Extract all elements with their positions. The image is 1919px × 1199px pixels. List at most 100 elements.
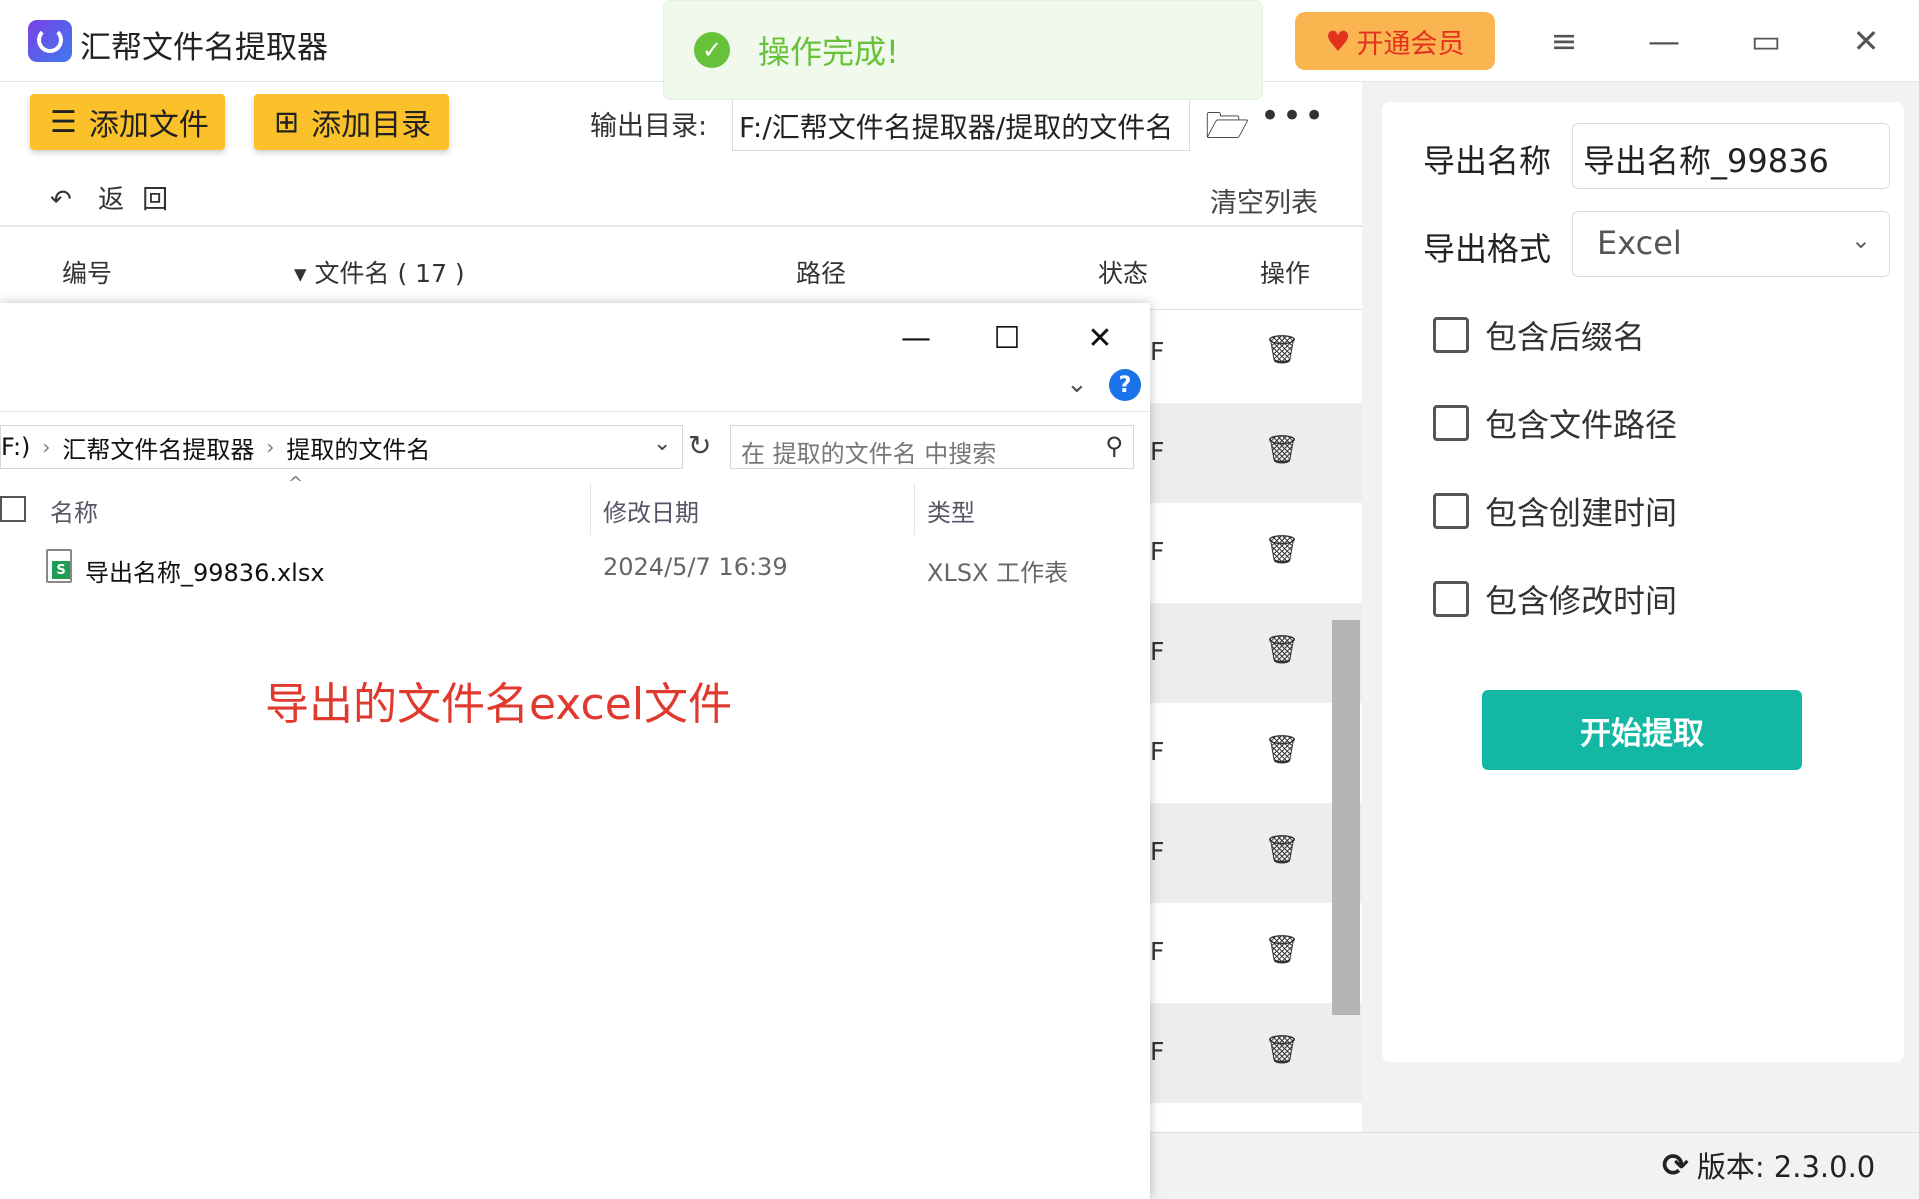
table-row: F🗑 [1150, 903, 1362, 1003]
breadcrumb-current[interactable]: 提取的文件名 [286, 430, 430, 465]
breadcrumb-drive[interactable]: F:) [1, 433, 30, 461]
address-bar[interactable]: F:) › 汇帮文件名提取器 › 提取的文件名 ⌄ [0, 425, 683, 469]
option-label: 包含文件路径 [1485, 406, 1678, 444]
app-window: 汇帮文件名提取器 ♥ 开通会员 ≡ — ▭ ✕ ☰ 添加文件 ⊞ 添加目录 输出… [0, 0, 1919, 1199]
undo-icon: ↶ [50, 185, 72, 215]
trash-icon[interactable]: 🗑 [1264, 533, 1300, 566]
toast-message: 操作完成! [758, 33, 899, 71]
help-icon[interactable]: ? [1109, 369, 1141, 401]
file-list-icon: ☰ [50, 104, 77, 140]
add-dir-label: 添加目录 [311, 108, 432, 143]
back-button[interactable]: ↶ 返回 [50, 179, 186, 216]
col-path: 路径 [796, 259, 847, 288]
version-info: ⟳ 版本: 2.3.0.0 [1662, 1144, 1875, 1186]
folder-open-icon[interactable]: 🗁 [1205, 100, 1250, 161]
table-scrollbar[interactable] [1332, 620, 1360, 1015]
search-icon: ⚲ [1105, 432, 1123, 460]
maximize-button[interactable]: ▭ [1736, 16, 1796, 66]
trash-icon[interactable]: 🗑 [1264, 733, 1300, 766]
checkbox[interactable] [1433, 493, 1469, 529]
nav-row: ↶ 返回 清空列表 [0, 165, 1362, 227]
explorer-maximize-button[interactable]: ☐ [977, 313, 1037, 363]
back-label: 返回 [98, 185, 187, 215]
file-type: XLSX 工作表 [927, 559, 1069, 587]
file-explorer-window: — ☐ ✕ ⌄ ? F:) › 汇帮文件名提取器 › 提取的文件名 ⌄ ↻ 在 … [0, 303, 1150, 1199]
clear-list-button[interactable]: 清空列表 [1210, 181, 1318, 220]
close-button[interactable]: ✕ [1836, 16, 1896, 66]
add-dir-button[interactable]: ⊞ 添加目录 [254, 94, 449, 150]
minimize-button[interactable]: — [1634, 16, 1694, 66]
table-row: F🗑 [1150, 403, 1362, 503]
col-name[interactable]: 名称 [50, 493, 98, 528]
table-row: F🗑 [1150, 1003, 1362, 1103]
menu-icon[interactable]: ≡ [1534, 16, 1594, 66]
explorer-search-input[interactable]: 在 提取的文件名 中搜索 ⚲ [730, 425, 1134, 469]
table-row: F🗑 [1150, 503, 1362, 603]
diamond-icon: ♥ [1325, 24, 1351, 58]
explorer-minimize-button[interactable]: — [886, 313, 946, 363]
row-status: F [1150, 1037, 1165, 1066]
divider [914, 483, 915, 535]
breadcrumb-folder[interactable]: 汇帮文件名提取器 [62, 430, 254, 465]
chevron-down-icon: ⌄ [1850, 226, 1871, 254]
chevron-down-icon[interactable]: ⌄ [653, 431, 671, 456]
col-type[interactable]: 类型 [927, 493, 975, 528]
add-file-label: 添加文件 [88, 108, 209, 143]
row-status: F [1150, 437, 1165, 466]
export-format-label: 导出格式 [1423, 230, 1552, 268]
app-logo-icon [28, 20, 72, 62]
option-include-path[interactable]: 包含文件路径 [1433, 400, 1677, 446]
checkbox[interactable] [1433, 405, 1469, 441]
option-label: 包含创建时间 [1485, 494, 1678, 532]
option-include-ext[interactable]: 包含后缀名 [1433, 312, 1645, 358]
trash-icon[interactable]: 🗑 [1264, 1033, 1300, 1066]
chevron-down-icon[interactable]: ⌄ [1066, 369, 1088, 399]
annotation-text: 导出的文件名excel文件 [265, 679, 733, 730]
trash-icon[interactable]: 🗑 [1264, 833, 1300, 866]
table-header: 编号 ▾ 文件名 ( 17 ) 路径 状态 操作 [0, 230, 1362, 310]
row-status: F [1150, 637, 1165, 666]
col-filename-label: 文件名 ( 17 ) [314, 259, 465, 288]
chevron-right-icon: › [42, 435, 51, 459]
export-name-label: 导出名称 [1423, 142, 1552, 180]
export-format-value: Excel [1597, 224, 1682, 262]
check-circle-icon: ✓ [694, 32, 730, 68]
refresh-icon[interactable]: ⟳ [1662, 1146, 1689, 1184]
chevron-right-icon: › [266, 435, 275, 459]
checkbox[interactable] [1433, 317, 1469, 353]
vip-button[interactable]: ♥ 开通会员 [1295, 12, 1495, 70]
divider [590, 483, 591, 535]
col-action: 操作 [1260, 259, 1311, 288]
ellipsis-icon[interactable]: ••• [1260, 96, 1326, 136]
table-row: F🗑 [1150, 803, 1362, 903]
option-label: 包含后缀名 [1485, 318, 1646, 356]
refresh-icon[interactable]: ↻ [688, 429, 711, 462]
start-extract-button[interactable]: 开始提取 [1482, 690, 1802, 770]
folder-add-icon: ⊞ [274, 104, 300, 140]
trash-icon[interactable]: 🗑 [1264, 333, 1300, 366]
vip-label: 开通会员 [1356, 28, 1465, 60]
select-all-checkbox[interactable] [0, 496, 26, 522]
sort-up-icon: ^ [288, 473, 304, 494]
option-include-ctime[interactable]: 包含创建时间 [1433, 488, 1677, 534]
sort-down-icon: ▾ [294, 259, 307, 288]
app-title: 汇帮文件名提取器 [80, 30, 328, 66]
option-include-mtime[interactable]: 包含修改时间 [1433, 576, 1677, 622]
option-label: 包含修改时间 [1485, 582, 1678, 620]
file-name[interactable]: 导出名称_99836.xlsx [85, 553, 325, 588]
version-label: 版本: 2.3.0.0 [1696, 1150, 1876, 1184]
add-file-button[interactable]: ☰ 添加文件 [30, 94, 225, 150]
trash-icon[interactable]: 🗑 [1264, 933, 1300, 966]
explorer-close-button[interactable]: ✕ [1070, 313, 1130, 363]
export-format-select[interactable]: Excel ⌄ [1572, 211, 1890, 277]
checkbox[interactable] [1433, 581, 1469, 617]
col-filename[interactable]: ▾ 文件名 ( 17 ) [294, 254, 465, 290]
export-name-input[interactable]: 导出名称_99836 [1572, 123, 1890, 189]
output-dir-label: 输出目录: [590, 111, 708, 142]
file-modified: 2024/5/7 16:39 [603, 553, 788, 581]
trash-icon[interactable]: 🗑 [1264, 433, 1300, 466]
col-modified[interactable]: 修改日期 [603, 493, 699, 528]
trash-icon[interactable]: 🗑 [1264, 633, 1300, 666]
output-dir-input[interactable]: F:/汇帮文件名提取器/提取的文件名 [732, 95, 1190, 151]
table-row: F🗑 [1150, 603, 1362, 703]
